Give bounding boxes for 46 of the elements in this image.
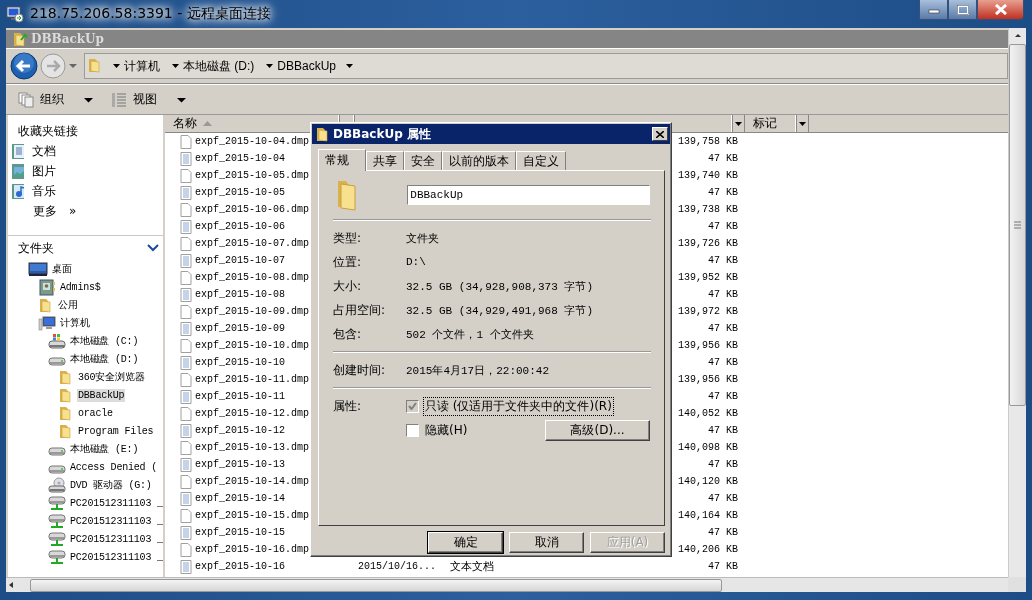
property-label: 类型: [333, 229, 363, 247]
property-value: D:\ [406, 256, 426, 268]
size-cell: 47 KB [708, 357, 738, 368]
size-cell: 47 KB [708, 289, 738, 300]
property-label: 属性: [333, 397, 363, 415]
size-cell: 139,972 KB [678, 306, 738, 317]
size-cell: 139,956 KB [678, 374, 738, 385]
size-cell: 47 KB [708, 425, 738, 436]
property-value: 32.5 GB (34,928,908,373 字节) [406, 279, 594, 294]
section-heading: 收藏夹链接 [17, 122, 79, 140]
size-cell: 47 KB [708, 527, 738, 538]
date-cell: 2015/10/16... [358, 561, 436, 572]
size-cell: 140,120 KB [678, 476, 738, 487]
property-value: 32.5 GB (34,929,491,968 字节) [406, 303, 594, 318]
size-cell: 47 KB [708, 561, 738, 572]
size-cell: 140,098 KB [678, 442, 738, 453]
property-label: 创建时间: [333, 361, 387, 379]
size-cell: 47 KB [708, 255, 738, 266]
property-label: 占用空间: [333, 301, 387, 319]
size-cell: 139,956 KB [678, 340, 738, 351]
size-cell: 139,952 KB [678, 272, 738, 283]
size-cell: 139,758 KB [678, 136, 738, 147]
size-cell: 139,726 KB [678, 238, 738, 249]
size-cell: 47 KB [708, 323, 738, 334]
size-cell: 139,740 KB [678, 170, 738, 181]
size-cell: 140,052 KB [678, 408, 738, 419]
size-cell: 47 KB [708, 493, 738, 504]
property-label: 大小: [333, 277, 363, 295]
property-value: 2015年4月17日，22:00:42 [406, 363, 550, 378]
size-cell: 140,164 KB [678, 510, 738, 521]
size-cell: 47 KB [708, 391, 738, 402]
type-cell: 文本文档 [450, 559, 494, 574]
size-cell: 140,206 KB [678, 544, 738, 555]
property-label: 位置: [333, 253, 363, 271]
property-value: 文件夹 [406, 231, 439, 246]
size-cell: 47 KB [708, 187, 738, 198]
section-heading: 文件夹 [18, 239, 54, 257]
size-cell: 47 KB [708, 221, 738, 232]
size-cell: 47 KB [708, 459, 738, 470]
more-glyph: » [69, 204, 77, 218]
size-cell: 47 KB [708, 153, 738, 164]
property-label: 包含: [333, 325, 363, 343]
size-cell: 139,738 KB [678, 204, 738, 215]
property-value: 502 个文件，1 个文件夹 [406, 327, 534, 342]
window-title: 218.75.206.58:3391 - 远程桌面连接 [30, 5, 271, 23]
window-title: DBBackUp [31, 32, 104, 46]
